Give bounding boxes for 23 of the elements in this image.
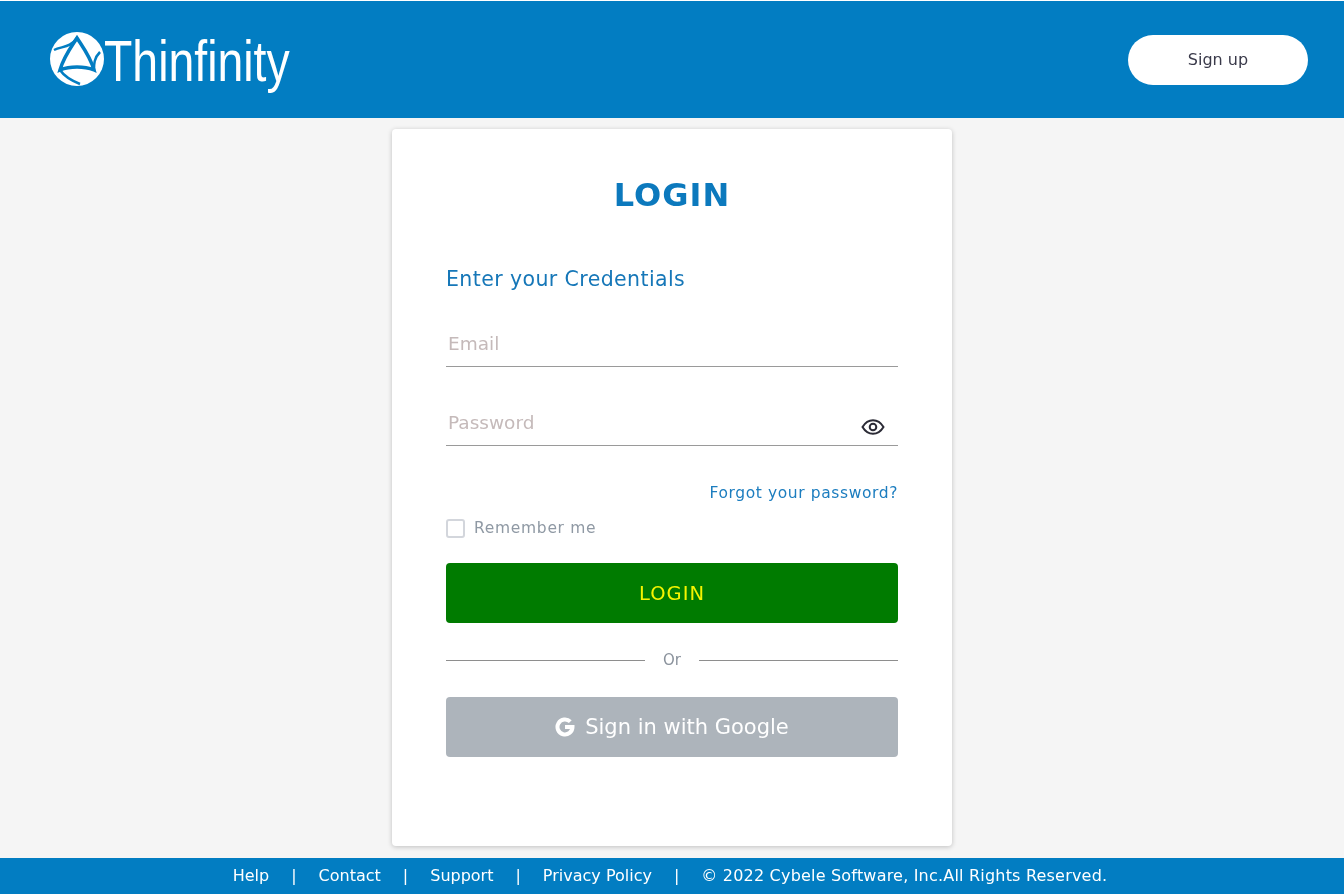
eye-icon[interactable]	[861, 419, 885, 435]
footer-link[interactable]: Contact	[318, 866, 381, 886]
g-logo-icon	[555, 717, 576, 737]
footer-link[interactable]: Support	[430, 866, 494, 886]
copyright-text: © 2022 Cybele Software, Inc.All Rights Reserved.	[701, 866, 1108, 886]
login-title: LOGIN	[613, 175, 731, 215]
footer-link[interactable]: Help	[232, 866, 270, 886]
remember-me-label: Remember me	[474, 518, 597, 538]
logo-text: Thinfinity	[104, 28, 290, 93]
footer-link[interactable]: Privacy Policy	[542, 866, 652, 886]
swirl-logo-icon	[50, 31, 104, 86]
credentials-heading: Enter your Credentials	[446, 267, 686, 291]
sign-up-button[interactable]: Sign up	[1128, 34, 1308, 85]
footer-separator: |	[673, 866, 680, 886]
footer-separator: |	[291, 866, 297, 886]
email-field[interactable]: Email	[446, 328, 898, 367]
footer-separator: |	[515, 866, 521, 886]
footer-separator: |	[402, 866, 409, 886]
divider-text: Or	[662, 650, 682, 670]
login-button[interactable]: LOGIN	[446, 563, 898, 623]
password-field[interactable]: Password	[446, 407, 898, 446]
remember-me-checkbox[interactable]	[446, 518, 465, 538]
forgot-password-link[interactable]: Forgot your password?	[709, 483, 898, 503]
